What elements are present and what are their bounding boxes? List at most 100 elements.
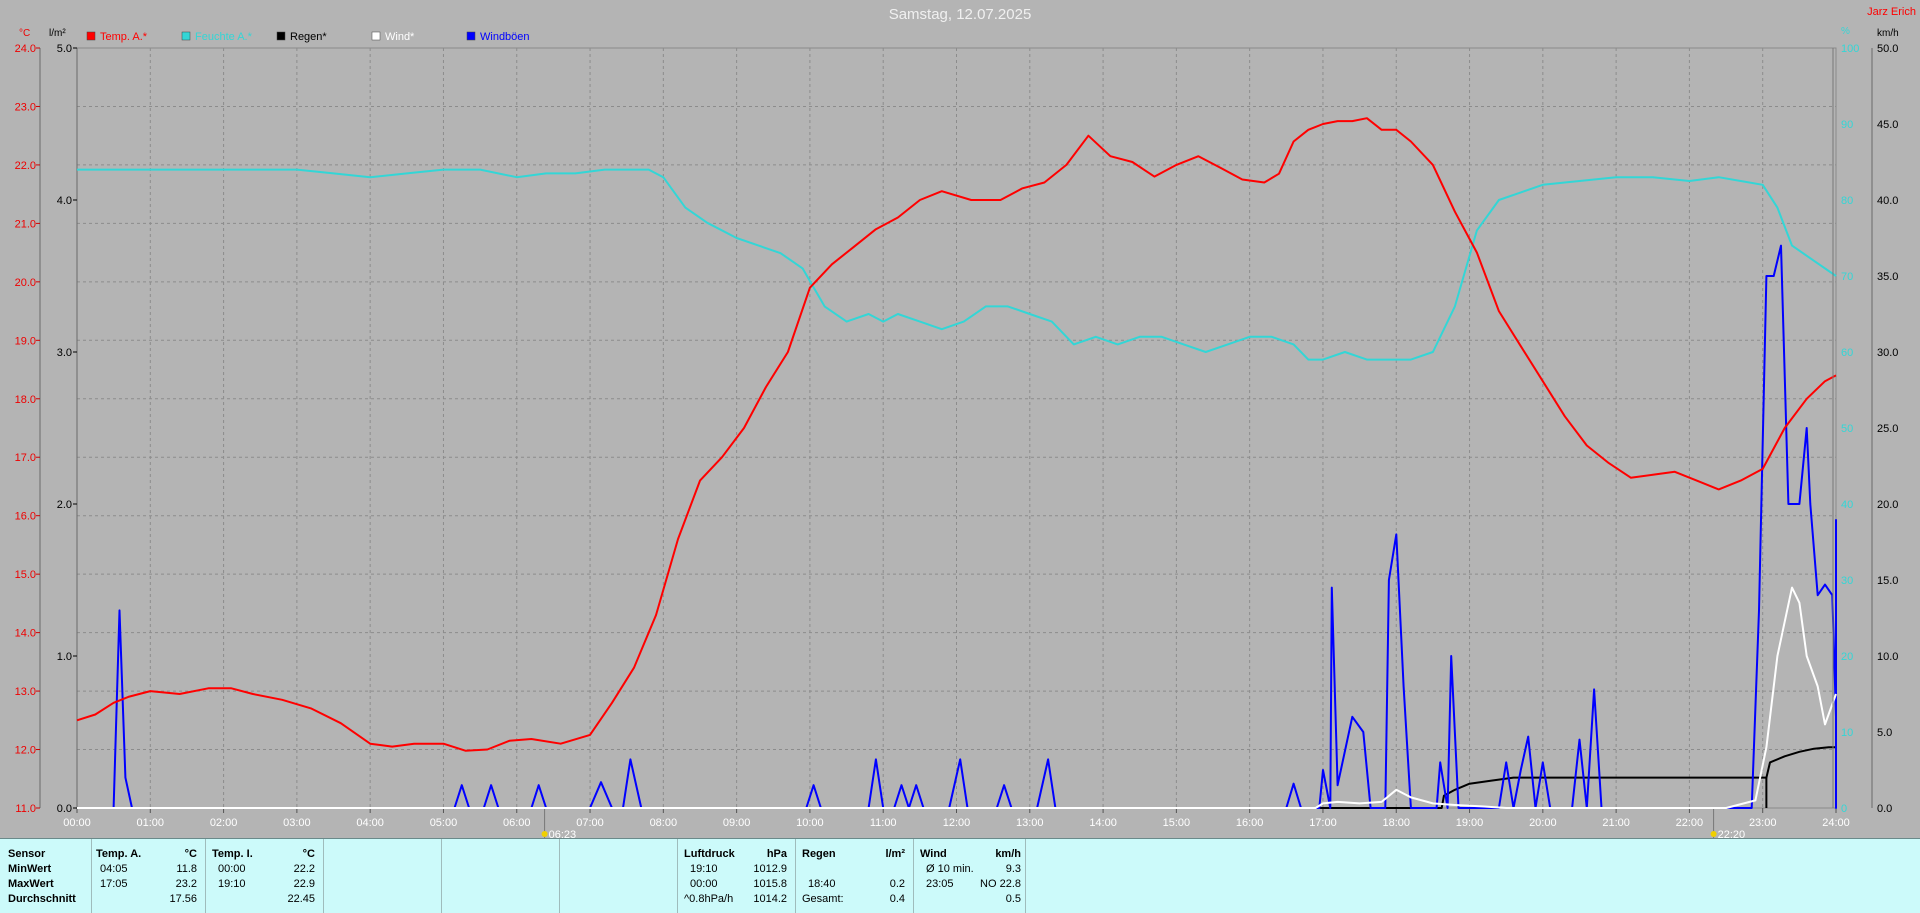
temp-tick-label: 19.0 (15, 335, 36, 347)
stats-row-label: Durchschnitt (8, 893, 76, 905)
stats-time: 00:00 (690, 878, 718, 890)
temp-tick-label: 23.0 (15, 101, 36, 113)
x-tick-label: 19:00 (1456, 817, 1484, 829)
x-tick-label: 07:00 (576, 817, 604, 829)
x-tick-label: 09:00 (723, 817, 751, 829)
wind-tick-label: 50.0 (1877, 43, 1898, 55)
x-tick-label: 22:00 (1676, 817, 1704, 829)
humidity-tick-label: 70 (1841, 271, 1853, 283)
stats-value: NO 22.8 (980, 878, 1021, 890)
x-tick-label: 21:00 (1602, 817, 1630, 829)
stats-value: 0.2 (889, 878, 905, 890)
rain-tick-label: 4.0 (57, 195, 72, 207)
x-tick-label: 12:00 (943, 817, 971, 829)
stats-time: 19:10 (218, 878, 246, 890)
x-tick-label: 06:00 (503, 817, 531, 829)
stats-time: ^0.8hPa/h (684, 893, 734, 905)
stats-luftdruck-unit: hPa (766, 848, 787, 860)
humidity-tick-label: 80 (1841, 195, 1853, 207)
x-tick-label: 24:00 (1822, 817, 1850, 829)
stats-regen-unit: l/m² (885, 848, 905, 860)
sun-marker-label: 22:20 (1718, 829, 1746, 838)
legend-swatch (181, 31, 191, 41)
stats-temp-a-header: Temp. A. (96, 848, 142, 860)
wind-tick-label: 5.0 (1877, 727, 1892, 739)
x-tick-label: 20:00 (1529, 817, 1557, 829)
humidity-tick-label: 20 (1841, 651, 1853, 663)
rain-unit-label: l/m² (49, 28, 66, 39)
stats-value: 11.8 (176, 863, 197, 875)
stats-wind-header: Wind (920, 848, 947, 860)
sun-icon (541, 831, 548, 837)
stats-value: 22.45 (287, 893, 315, 905)
temp-tick-label: 20.0 (15, 277, 36, 289)
temp-tick-label: 11.0 (15, 803, 36, 815)
wind-unit-label: km/h (1877, 28, 1899, 39)
humidity-tick-label: 10 (1841, 727, 1853, 739)
stats-col-temp-i: Temp. I. °C 00:00 22.2 19:10 22.9 22.45 (206, 839, 324, 913)
sun-marker-label: 06:23 (549, 829, 577, 838)
x-tick-label: 04:00 (356, 817, 384, 829)
wind-tick-label: 25.0 (1877, 423, 1898, 435)
stats-value: 0.5 (1005, 893, 1021, 905)
legend-swatch (466, 31, 476, 41)
legend-swatch (86, 31, 96, 41)
x-tick-label: 02:00 (210, 817, 238, 829)
humidity-tick-label: 0 (1841, 803, 1847, 815)
stats-value: 22.2 (293, 863, 315, 875)
temp-tick-label: 13.0 (15, 686, 36, 698)
wind-tick-label: 15.0 (1877, 575, 1898, 587)
stats-col-empty (442, 839, 560, 913)
wind-tick-label: 35.0 (1877, 271, 1898, 283)
stats-value: 23.2 (175, 878, 197, 890)
stats-col-luftdruck: Luftdruck hPa 19:10 1012.9 00:00 1015.8 ^0.… (678, 839, 796, 913)
humidity-unit-label: % (1841, 26, 1850, 37)
wind-tick-label: 10.0 (1877, 651, 1898, 663)
stats-col-wind: Wind km/h Ø 10 min. 9.3 23:05 NO 22.8 0.5 (914, 839, 1026, 913)
stats-value: 0.4 (889, 893, 905, 905)
legend-label: Windböen (480, 31, 530, 43)
rain-tick-label: 5.0 (57, 43, 72, 55)
stats-time: 23:05 (926, 878, 954, 890)
legend-label: Wind* (385, 31, 415, 43)
temp-tick-label: 17.0 (15, 452, 36, 464)
grid-layer (76, 47, 1837, 809)
legend: Temp. A.* Feuchte A.* Regen* Wind* Windböen (86, 31, 530, 43)
wind-tick-label: 45.0 (1877, 119, 1898, 131)
humidity-tick-label: 60 (1841, 347, 1853, 359)
rain-tick-label: 2.0 (57, 499, 72, 511)
wind-tick-label: 0.0 (1877, 803, 1892, 815)
temp-tick-label: 24.0 (15, 43, 36, 55)
weather-chart: 00:00 01:00 02:00 03:00 04:00 05:00 06:00 07:00… (0, 0, 1920, 838)
humidity-tick-label: 40 (1841, 499, 1853, 511)
x-tick-label: 11:00 (870, 817, 897, 829)
temp-tick-label: 15.0 (15, 569, 36, 581)
humidity-tick-label: 30 (1841, 575, 1853, 587)
author-label: Jarz Erich (1867, 6, 1916, 18)
stats-time: 19:10 (690, 863, 718, 875)
x-tick-label: 08:00 (650, 817, 678, 829)
humidity-tick-label: 50 (1841, 423, 1853, 435)
stats-sensor-header: Sensor (8, 848, 46, 860)
stats-time: 18:40 (808, 878, 836, 890)
stats-value: 1015.8 (753, 878, 787, 890)
humidity-tick-label: 100 (1841, 43, 1859, 55)
stats-value: 1014.2 (753, 893, 787, 905)
stats-temp-i-unit: °C (302, 848, 315, 860)
stats-wind-unit: km/h (995, 848, 1021, 860)
stats-col-regen: Regen l/m² 18:40 0.2 Gesamt: 0.4 (796, 839, 914, 913)
x-tick-label: 03:00 (283, 817, 311, 829)
legend-label: Feuchte A.* (195, 31, 253, 43)
x-tick-label: 13:00 (1016, 817, 1044, 829)
wind-tick-label: 40.0 (1877, 195, 1898, 207)
stats-temp-a-unit: °C (184, 848, 197, 860)
stats-time: 00:00 (218, 863, 246, 875)
chart-canvas: 00:00 01:00 02:00 03:00 04:00 05:00 06:00 07:00… (15, 6, 1916, 838)
chart-title: Samstag, 12.07.2025 (889, 6, 1032, 23)
stats-row-label: MaxWert (8, 878, 54, 890)
x-tick-label: 00:00 (63, 817, 91, 829)
stats-col-sensor: Sensor MinWert MaxWert Durchschnitt (0, 839, 92, 913)
stats-value: 17.56 (169, 893, 197, 905)
stats-panel: Sensor MinWert MaxWert Durchschnitt Temp… (0, 838, 1920, 913)
temp-tick-label: 22.0 (15, 160, 36, 172)
